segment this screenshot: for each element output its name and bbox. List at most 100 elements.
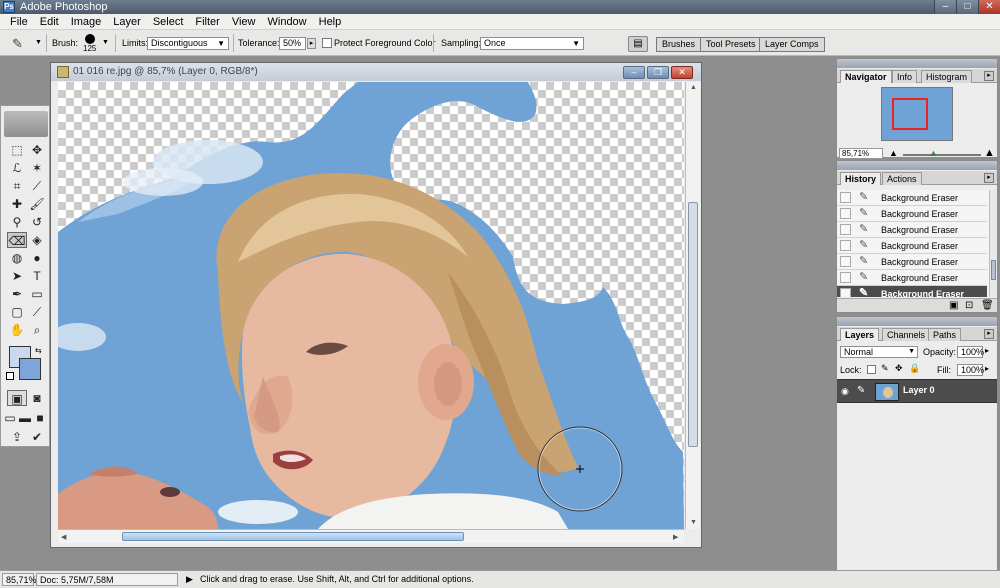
layer-brush-link-icon[interactable]: ✎ bbox=[857, 385, 865, 396]
eraser-tool-icon[interactable]: ⌫ bbox=[7, 232, 27, 248]
tab-layers[interactable]: Layers bbox=[840, 328, 880, 341]
background-eraser-tool-icon[interactable]: ✎ bbox=[12, 36, 34, 52]
document-restore-button[interactable]: ❐ bbox=[647, 66, 669, 79]
panel-menu-icon[interactable]: ▸ bbox=[984, 71, 994, 81]
brush-picker-arrow-icon[interactable]: ▼ bbox=[102, 39, 109, 46]
opacity-slider-button[interactable]: ▸ bbox=[985, 346, 989, 355]
eyedropper-tool-icon[interactable]: ⟋ bbox=[27, 304, 47, 320]
fill-slider-button[interactable]: ▸ bbox=[985, 364, 989, 373]
doc-size-info[interactable]: Doc: 5,75M/7,58M bbox=[36, 573, 178, 586]
jump-to-imageready-icon[interactable]: ⇪ bbox=[7, 429, 27, 445]
scroll-right-arrow-icon[interactable]: ▶ bbox=[673, 533, 678, 541]
file-browser-icon[interactable]: ▤ bbox=[628, 36, 648, 52]
history-scrollbar[interactable] bbox=[989, 190, 997, 297]
crop-tool-icon[interactable]: ⌗ bbox=[7, 178, 27, 194]
standard-mode-icon[interactable]: ▣ bbox=[7, 390, 27, 406]
lock-transparency-icon[interactable] bbox=[867, 365, 876, 374]
vertical-scroll-thumb[interactable] bbox=[688, 202, 698, 447]
history-item[interactable]: ✎ Background Eraser bbox=[837, 206, 987, 222]
scroll-up-arrow-icon[interactable]: ▲ bbox=[690, 84, 697, 91]
menu-file[interactable]: File bbox=[4, 14, 34, 29]
navigator-thumbnail[interactable] bbox=[881, 87, 953, 141]
navigator-zoom-field[interactable]: 85,71% bbox=[839, 148, 883, 159]
horizontal-scroll-thumb[interactable] bbox=[122, 532, 464, 541]
screen-mode-full-icon[interactable]: ■ bbox=[33, 410, 47, 426]
default-colors-icon[interactable] bbox=[6, 372, 14, 380]
zoom-in-icon[interactable]: ▲ bbox=[984, 147, 995, 159]
history-item[interactable]: ✎ Background Eraser bbox=[837, 190, 987, 206]
close-button[interactable]: ✕ bbox=[978, 0, 1000, 14]
menu-edit[interactable]: Edit bbox=[34, 14, 65, 29]
screen-mode-standard-icon[interactable]: ▭ bbox=[3, 410, 17, 426]
layer-name[interactable]: Layer 0 bbox=[903, 385, 935, 395]
zoom-tool-icon[interactable]: ⌕ bbox=[27, 322, 47, 338]
lock-pixels-icon[interactable]: ✎ bbox=[881, 363, 889, 374]
brush-preview-icon[interactable] bbox=[85, 34, 95, 44]
fill-input[interactable]: 100% bbox=[957, 364, 984, 376]
status-menu-arrow-icon[interactable]: ▶ bbox=[186, 574, 193, 585]
history-item[interactable]: ✎ Background Eraser bbox=[837, 270, 987, 286]
history-item-current[interactable]: ✎ Background Eraser bbox=[837, 286, 987, 297]
magic-wand-tool-icon[interactable]: ✶ bbox=[27, 160, 47, 176]
blur-tool-icon[interactable]: ◍ bbox=[7, 250, 27, 266]
notes-tool-icon[interactable]: ▢ bbox=[7, 304, 27, 320]
pen-tool-icon[interactable]: ✒ bbox=[7, 286, 27, 302]
maximize-button[interactable]: □ bbox=[956, 0, 978, 14]
limits-dropdown[interactable]: Discontiguous ▼ bbox=[147, 37, 229, 50]
new-snapshot-icon[interactable]: ▣ bbox=[949, 300, 958, 311]
blend-mode-dropdown[interactable]: Normal ▼ bbox=[840, 346, 918, 358]
tab-info[interactable]: Info bbox=[892, 70, 918, 83]
protect-foreground-checkbox[interactable] bbox=[322, 38, 332, 48]
tab-channels[interactable]: Channels bbox=[882, 328, 931, 341]
history-item[interactable]: ✎ Background Eraser bbox=[837, 222, 987, 238]
eye-visibility-icon[interactable]: ◉ bbox=[841, 386, 849, 397]
tab-layer-comps[interactable]: Layer Comps bbox=[759, 37, 825, 52]
lock-all-icon[interactable]: 🔒 bbox=[909, 363, 920, 374]
navigator-slider-thumb[interactable]: ▲ bbox=[929, 148, 938, 158]
zoom-out-icon[interactable]: ▲ bbox=[889, 148, 898, 158]
menu-help[interactable]: Help bbox=[313, 14, 348, 29]
history-item[interactable]: ✎ Background Eraser bbox=[837, 254, 987, 270]
menu-filter[interactable]: Filter bbox=[189, 14, 225, 29]
opacity-input[interactable]: 100% bbox=[957, 346, 984, 358]
paint-bucket-tool-icon[interactable]: ◈ bbox=[27, 232, 47, 248]
tab-brushes[interactable]: Brushes bbox=[656, 37, 702, 52]
move-tool-icon[interactable]: ✥ bbox=[27, 142, 47, 158]
history-item[interactable]: ✎ Background Eraser bbox=[837, 238, 987, 254]
menu-layer[interactable]: Layer bbox=[107, 14, 147, 29]
adobe-feather-logo-icon[interactable] bbox=[4, 111, 48, 137]
brush-tool-icon[interactable]: 🖌 bbox=[27, 196, 47, 212]
vertical-scrollbar[interactable]: ▲ ▼ bbox=[685, 82, 700, 529]
rectangle-tool-icon[interactable]: ▭ bbox=[27, 286, 47, 302]
layer-row[interactable]: ◉ ✎ Layer 0 bbox=[837, 379, 997, 403]
panel-menu-icon[interactable]: ▸ bbox=[984, 329, 994, 339]
history-brush-tool-icon[interactable]: ↺ bbox=[27, 214, 47, 230]
trash-icon[interactable]: 🗑 bbox=[981, 300, 994, 311]
minimize-button[interactable]: – bbox=[934, 0, 956, 14]
swap-colors-icon[interactable]: ⇆ bbox=[35, 346, 42, 355]
tab-histogram[interactable]: Histogram bbox=[921, 70, 973, 83]
screen-mode-menu-icon[interactable]: ▬ bbox=[18, 410, 32, 426]
clone-stamp-tool-icon[interactable]: ⚲ bbox=[7, 214, 27, 230]
lock-position-icon[interactable]: ✥ bbox=[895, 363, 903, 374]
menu-window[interactable]: Window bbox=[262, 14, 313, 29]
scroll-left-arrow-icon[interactable]: ◀ bbox=[61, 533, 66, 541]
path-selection-tool-icon[interactable]: ➤ bbox=[7, 268, 27, 284]
menu-select[interactable]: Select bbox=[147, 14, 190, 29]
document-minimize-button[interactable]: – bbox=[623, 66, 645, 79]
scroll-down-arrow-icon[interactable]: ▼ bbox=[690, 519, 697, 526]
horizontal-scrollbar[interactable]: ◀ ▶ bbox=[58, 529, 684, 543]
imageready-check-icon[interactable]: ✔ bbox=[27, 429, 47, 445]
new-document-icon[interactable]: ⊡ bbox=[965, 300, 973, 311]
tab-paths[interactable]: Paths bbox=[928, 328, 962, 341]
dodge-tool-icon[interactable]: ● bbox=[27, 250, 47, 266]
quick-mask-mode-icon[interactable]: ◙ bbox=[27, 390, 47, 406]
navigator-view-box[interactable] bbox=[892, 98, 928, 130]
background-color-swatch[interactable] bbox=[19, 358, 41, 380]
tab-actions[interactable]: Actions bbox=[882, 172, 922, 185]
menu-view[interactable]: View bbox=[226, 14, 262, 29]
lasso-tool-icon[interactable]: ℒ bbox=[7, 160, 27, 176]
tab-history[interactable]: History bbox=[840, 172, 882, 185]
slice-tool-icon[interactable]: ⟋ bbox=[27, 178, 47, 194]
type-tool-icon[interactable]: T bbox=[27, 268, 47, 284]
